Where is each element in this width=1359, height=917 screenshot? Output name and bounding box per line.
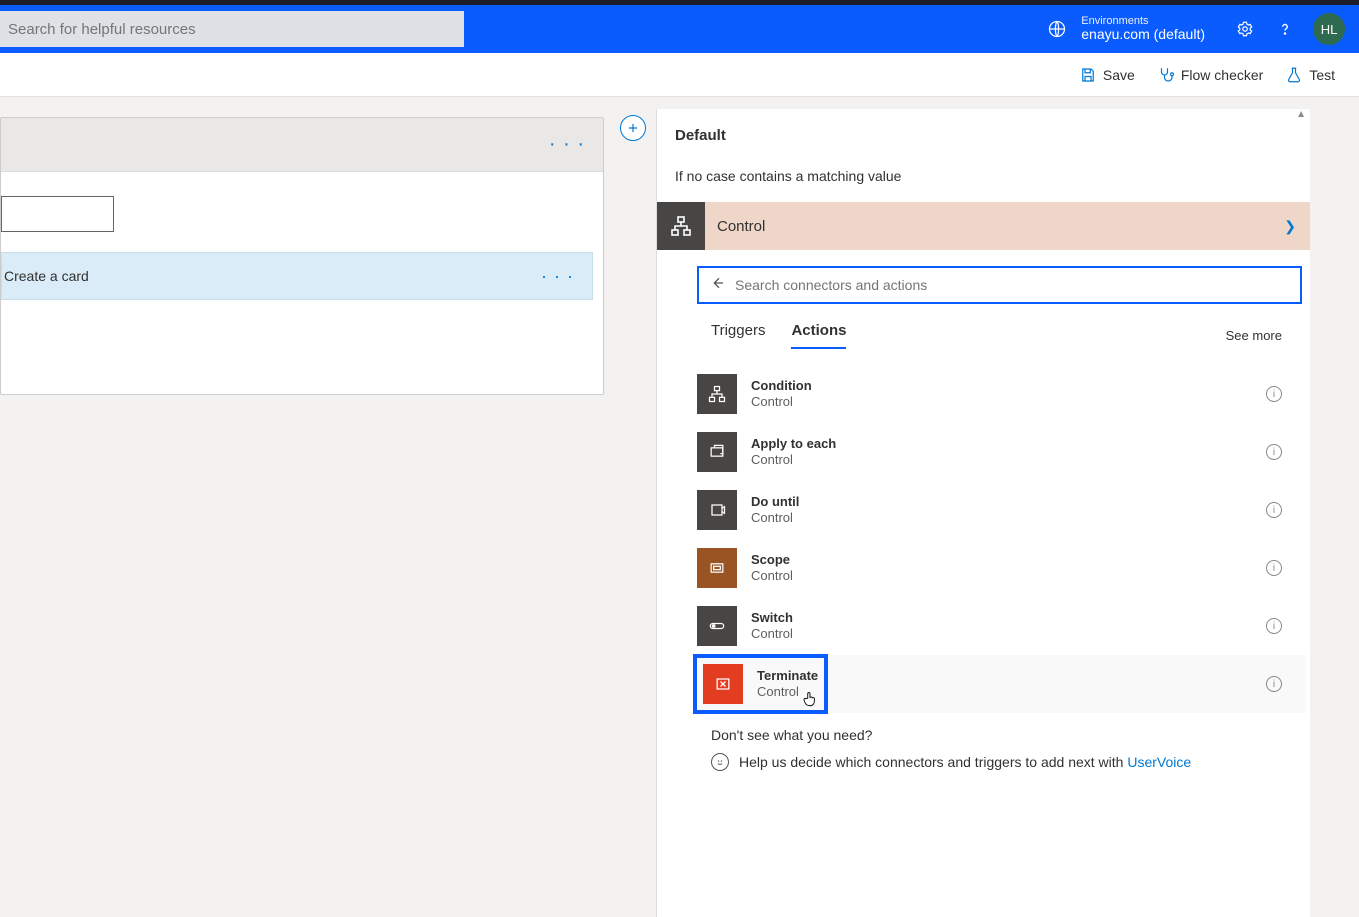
connector-name: Control [717, 218, 765, 235]
connector-search-input[interactable] [735, 277, 1290, 293]
environment-picker[interactable]: Environments enayu.com (default) [1081, 15, 1205, 42]
inner-action-create-card[interactable]: Create a card · · · [1, 252, 593, 300]
connector-search[interactable] [697, 266, 1302, 304]
action-row-switch[interactable]: Switch Control i [697, 597, 1306, 655]
action-subtitle: Control [751, 568, 793, 584]
add-step-button[interactable] [620, 115, 646, 141]
action-row-terminate[interactable]: Terminate Control i [697, 655, 1306, 713]
action-row-condition[interactable]: Condition Control i [697, 365, 1306, 423]
save-icon [1079, 66, 1097, 84]
panel-title: Default [657, 127, 1310, 154]
app-header: Environments enayu.com (default) HL [0, 5, 1359, 53]
command-bar: Save Flow checker Test [0, 53, 1359, 97]
flow-step-header: · · · [1, 118, 603, 172]
action-subtitle: Control [751, 452, 836, 468]
plus-icon [626, 121, 640, 135]
user-avatar[interactable]: HL [1313, 13, 1345, 45]
action-title: Apply to each [751, 436, 836, 452]
tab-actions[interactable]: Actions [791, 322, 846, 349]
info-icon[interactable]: i [1266, 676, 1282, 692]
designer-canvas: · · · Create a card · · · ▲ Default If n… [0, 97, 1359, 917]
flask-icon [1285, 66, 1303, 84]
control-connector-icon [657, 202, 705, 250]
connector-header[interactable]: Control ❯ [657, 202, 1310, 250]
action-title: Terminate [757, 668, 818, 684]
connector-body: Triggers Actions See more Condition Cont… [657, 250, 1310, 771]
tab-triggers[interactable]: Triggers [711, 322, 765, 349]
uservoice-link[interactable]: UserVoice [1127, 754, 1191, 770]
action-subtitle: Control [757, 684, 818, 700]
flow-step-card[interactable]: · · · Create a card · · · [0, 117, 604, 395]
stethoscope-icon [1157, 66, 1175, 84]
inner-action-label: Create a card [4, 268, 89, 284]
see-more-link[interactable]: See more [1226, 328, 1282, 343]
info-icon[interactable]: i [1266, 560, 1282, 576]
flow-step-body: Create a card · · · [1, 172, 603, 324]
do-until-icon [697, 490, 737, 530]
action-title: Switch [751, 610, 793, 626]
apply-to-each-icon [697, 432, 737, 472]
action-title: Condition [751, 378, 812, 394]
scope-icon [697, 548, 737, 588]
test-button[interactable]: Test [1285, 66, 1335, 84]
step-more-menu[interactable]: · · · [549, 133, 585, 156]
global-search[interactable] [0, 11, 464, 47]
environments-label: Environments [1081, 15, 1205, 27]
action-title: Scope [751, 552, 793, 568]
info-icon[interactable]: i [1266, 444, 1282, 460]
chevron-right-icon: ❯ [1284, 218, 1300, 235]
scroll-up-caret-icon: ▲ [1296, 109, 1306, 120]
footer-question: Don't see what you need? [697, 727, 1306, 743]
inner-action-more-menu[interactable]: · · · [541, 266, 574, 287]
info-icon[interactable]: i [1266, 386, 1282, 402]
tabs-row: Triggers Actions See more [697, 322, 1306, 349]
environment-name: enayu.com (default) [1081, 27, 1205, 42]
terminate-icon [703, 664, 743, 704]
save-button[interactable]: Save [1079, 66, 1135, 84]
action-list: Condition Control i Apply to each Contro [697, 365, 1306, 713]
smile-icon [711, 753, 729, 771]
action-subtitle: Control [751, 510, 799, 526]
settings-button[interactable] [1229, 13, 1261, 45]
info-icon[interactable]: i [1266, 502, 1282, 518]
back-arrow-icon[interactable] [709, 275, 725, 296]
action-title: Do until [751, 494, 799, 510]
action-subtitle: Control [751, 626, 793, 642]
environment-icon [1047, 19, 1067, 39]
global-search-input[interactable] [8, 21, 456, 38]
action-row-apply-to-each[interactable]: Apply to each Control i [697, 423, 1306, 481]
help-button[interactable] [1269, 13, 1301, 45]
info-icon[interactable]: i [1266, 618, 1282, 634]
switch-icon [697, 606, 737, 646]
step-input-field[interactable] [1, 196, 114, 232]
action-row-scope[interactable]: Scope Control i [697, 539, 1306, 597]
action-picker-panel: ▲ Default If no case contains a matching… [656, 109, 1310, 917]
flow-step-footer [1, 324, 603, 394]
condition-icon [697, 374, 737, 414]
help-row: Help us decide which connectors and trig… [697, 753, 1306, 771]
panel-description: If no case contains a matching value [657, 154, 1310, 202]
action-subtitle: Control [751, 394, 812, 410]
flow-checker-button[interactable]: Flow checker [1157, 66, 1263, 84]
action-row-do-until[interactable]: Do until Control i [697, 481, 1306, 539]
